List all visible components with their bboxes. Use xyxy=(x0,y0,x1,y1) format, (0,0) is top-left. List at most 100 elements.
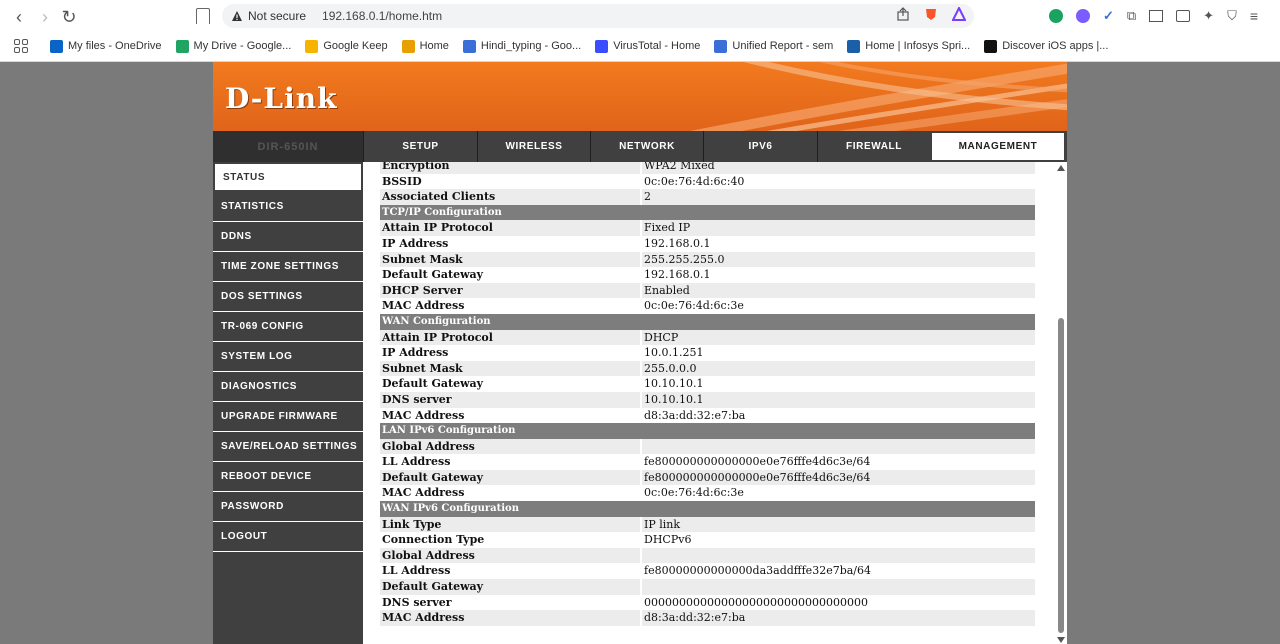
sidebar-item-upgrade-firmware[interactable]: UPGRADE FIRMWARE xyxy=(213,402,363,432)
extension-icon[interactable] xyxy=(1048,9,1063,23)
table-row: Default Gateway 192.168.0.1 xyxy=(380,267,1035,283)
tab-list: SETUP WIRELESS NETWORK IPV6 FIREWALL MANAGEME… xyxy=(363,131,1066,162)
row-label: IP Address xyxy=(380,235,642,252)
row-value: IP link xyxy=(642,516,1035,533)
row-value: Enabled xyxy=(642,282,1035,299)
row-value: fe800000000000000e0e76fffe4d6c3e/64 xyxy=(642,469,1035,486)
address-bar[interactable]: Not secure 192.168.0.1/home.htm xyxy=(222,4,974,28)
bookmark-item[interactable]: My Drive - Google... xyxy=(175,39,291,53)
row-label: DNS server xyxy=(380,594,642,611)
row-value xyxy=(642,579,1035,595)
sidebar-item-dos-settings[interactable]: DOS SETTINGS xyxy=(213,282,363,312)
table-row: Default Gateway xyxy=(380,579,1035,595)
row-label: Default Gateway xyxy=(380,267,642,283)
vpn-icon[interactable]: ⛉ xyxy=(1227,8,1237,24)
extension-icon[interactable] xyxy=(1075,9,1090,23)
row-label: LL Address xyxy=(380,563,642,580)
sidebar-item-time-zone-settings[interactable]: TIME ZONE SETTINGS xyxy=(213,252,363,282)
bookmark-label: Unified Report - sem xyxy=(732,40,834,52)
status-content: Encryption WPA2 Mixed BSSID 0c:0e:76:4d:6c:… xyxy=(363,162,1067,644)
bookmark-item[interactable]: Discover iOS apps |... xyxy=(984,39,1109,53)
bookmark-label: Home xyxy=(419,40,449,52)
check-extension-icon[interactable]: ✓ xyxy=(1103,8,1114,24)
share-icon[interactable] xyxy=(896,7,910,24)
table-row: Associated Clients 2 xyxy=(380,189,1035,205)
bookmark-item[interactable]: VirusTotal - Home xyxy=(595,39,700,53)
row-label: MAC Address xyxy=(380,485,642,502)
bookmark-item[interactable]: My files - OneDrive xyxy=(50,39,162,53)
menu-icon[interactable]: ≡ xyxy=(1250,8,1258,24)
sidebar-item-tr-069-config[interactable]: TR-069 CONFIG xyxy=(213,312,363,342)
sidebar-item-save-reload-settings[interactable]: SAVE/RELOAD SETTINGS xyxy=(213,432,363,462)
dlink-banner: D-Link xyxy=(213,62,1067,131)
sidebar-item-system-log[interactable]: SYSTEM LOG xyxy=(213,342,363,372)
bookmark-icon[interactable] xyxy=(196,8,210,24)
sidebar-item-logout[interactable]: LOGOUT xyxy=(213,522,363,552)
row-label: Attain IP Protocol xyxy=(380,220,642,236)
bookmark-item[interactable]: Home | Infosys Spri... xyxy=(847,39,970,53)
row-value: 192.168.0.1 xyxy=(642,235,1035,252)
sidebar-item-ddns[interactable]: DDNS xyxy=(213,222,363,252)
tab-ipv6[interactable]: IPV6 xyxy=(703,131,817,162)
brave-rewards-icon[interactable] xyxy=(951,5,967,24)
scroll-up-icon[interactable] xyxy=(1057,165,1065,171)
row-value: 255.0.0.0 xyxy=(642,360,1035,377)
row-value: WPA2 Mixed xyxy=(642,162,1035,174)
row-value: 10.10.10.1 xyxy=(642,376,1035,392)
table-row: LL Address fe800000000000000e0e76fffe4d6c… xyxy=(380,454,1035,470)
row-label: Default Gateway xyxy=(380,579,642,595)
row-label: DNS server xyxy=(380,391,642,408)
table-row: Attain IP Protocol DHCP xyxy=(380,329,1035,346)
reload-icon[interactable]: ↻ xyxy=(58,6,80,28)
row-value: 2 xyxy=(642,189,1035,205)
bookmark-item[interactable]: Unified Report - sem xyxy=(714,39,834,53)
bookmark-favicon-icon xyxy=(175,39,189,53)
table-row: DNS server 000000000000000000000000000000… xyxy=(380,594,1035,611)
section-header: WAN Configuration xyxy=(380,313,1035,330)
sidebar-item-password[interactable]: PASSWORD xyxy=(213,492,363,522)
sidebar-item-statistics[interactable]: STATISTICS xyxy=(213,192,363,222)
warning-icon xyxy=(230,9,244,23)
row-label: DHCP Server xyxy=(380,282,642,299)
bookmark-favicon-icon xyxy=(401,39,415,53)
row-label: Encryption xyxy=(380,162,642,174)
bookmark-label: My files - OneDrive xyxy=(68,40,162,52)
tab-network[interactable]: NETWORK xyxy=(590,131,703,162)
table-row: Subnet Mask 255.0.0.0 xyxy=(380,360,1035,377)
puzzle-icon[interactable]: ⧉ xyxy=(1127,8,1136,24)
tab-firewall[interactable]: FIREWALL xyxy=(817,131,930,162)
bookmark-item[interactable]: Hindi_typing - Goo... xyxy=(462,39,582,53)
sidebar-item-status[interactable]: STATUS xyxy=(213,162,363,192)
leo-ai-icon[interactable]: ✦ xyxy=(1203,8,1214,24)
forward-icon[interactable]: › xyxy=(34,6,56,28)
row-label: Default Gateway xyxy=(380,376,642,392)
row-value xyxy=(642,438,1035,455)
back-icon[interactable]: ‹ xyxy=(8,6,30,28)
bookmark-list: My files - OneDrive My Drive - Google... G… xyxy=(50,39,1122,53)
status-table: Encryption WPA2 Mixed BSSID 0c:0e:76:4d:6c:… xyxy=(380,162,1035,626)
banner-swoosh xyxy=(690,62,1067,131)
apps-grid-icon[interactable] xyxy=(14,39,28,53)
scroll-thumb[interactable] xyxy=(1058,318,1064,633)
bookmark-label: Discover iOS apps |... xyxy=(1002,40,1109,52)
tab-wireless[interactable]: WIRELESS xyxy=(477,131,590,162)
bookmark-label: Google Keep xyxy=(323,40,388,52)
section-header: WAN IPv6 Configuration xyxy=(380,501,1035,517)
scrollbar[interactable] xyxy=(1054,162,1067,644)
bookmark-favicon-icon xyxy=(595,39,609,53)
bookmark-label: Hindi_typing - Goo... xyxy=(480,40,582,52)
dlink-logo: D-Link xyxy=(225,82,338,115)
row-value xyxy=(642,547,1035,564)
scroll-down-icon[interactable] xyxy=(1057,637,1065,643)
bookmark-item[interactable]: Home xyxy=(401,39,449,53)
bookmark-item[interactable]: Google Keep xyxy=(305,39,388,53)
sidebar-item-reboot-device[interactable]: REBOOT DEVICE xyxy=(213,462,363,492)
wallet-icon[interactable] xyxy=(1176,10,1191,22)
row-value: 255.255.255.0 xyxy=(642,251,1035,268)
url-text: 192.168.0.1/home.htm xyxy=(322,9,443,23)
brave-shield-icon[interactable] xyxy=(924,7,938,24)
tab-management[interactable]: MANAGEMENT xyxy=(930,131,1066,162)
tab-setup[interactable]: SETUP xyxy=(363,131,477,162)
sidebar-item-diagnostics[interactable]: DIAGNOSTICS xyxy=(213,372,363,402)
sidebar-toggle-icon[interactable] xyxy=(1149,10,1164,22)
